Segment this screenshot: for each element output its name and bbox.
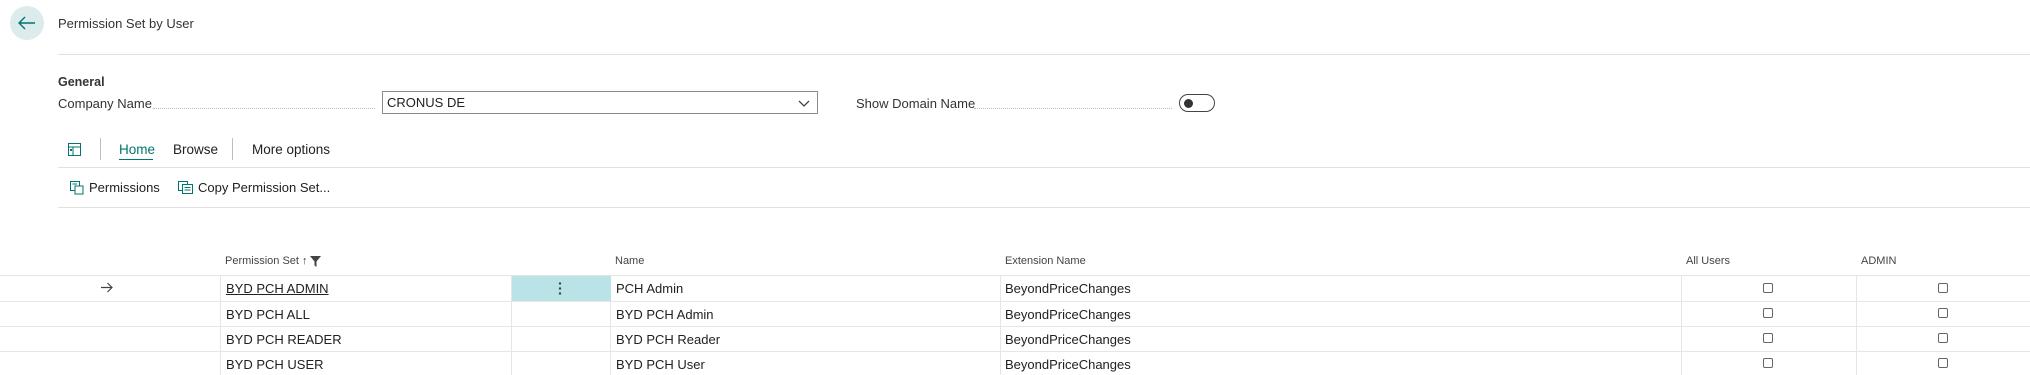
column-divider: [1000, 275, 1001, 375]
extension-name-cell: BeyondPriceChanges: [1005, 357, 1131, 372]
permission-set-cell[interactable]: BYD PCH ALL: [226, 307, 310, 322]
column-divider: [1856, 275, 1857, 375]
column-header-all-users[interactable]: All Users: [1686, 255, 1730, 267]
permissions-icon: [70, 180, 84, 194]
layout-icon[interactable]: [68, 143, 81, 156]
sort-indicator: ↑: [301, 255, 308, 267]
copy-icon: [178, 181, 193, 194]
permission-set-cell[interactable]: BYD PCH USER: [226, 357, 324, 372]
extension-name-cell: BeyondPriceChanges: [1005, 332, 1131, 347]
active-tab-indicator: [119, 159, 153, 160]
leader-dots: [153, 108, 375, 109]
copy-permission-set-label: Copy Permission Set...: [198, 180, 331, 195]
column-header-name[interactable]: Name: [615, 255, 644, 267]
column-divider: [1681, 275, 1682, 375]
group-title-general: General: [58, 75, 105, 89]
column-header-admin[interactable]: ADMIN: [1861, 255, 1896, 267]
row-arrow-icon: [101, 282, 113, 293]
company-name-select[interactable]: CRONUS DE: [382, 91, 818, 114]
tab-more-options[interactable]: More options: [252, 142, 330, 157]
permission-set-cell[interactable]: BYD PCH READER: [226, 332, 342, 347]
all-users-checkbox[interactable]: [1763, 308, 1773, 318]
row-divider: [0, 351, 2030, 352]
tab-home[interactable]: Home: [119, 142, 155, 157]
extension-name-cell: BeyondPriceChanges: [1005, 281, 1131, 296]
name-cell: PCH Admin: [616, 281, 684, 296]
name-cell: BYD PCH Reader: [616, 332, 721, 347]
all-users-checkbox[interactable]: [1763, 358, 1773, 368]
show-domain-name-label: Show Domain Name: [856, 96, 976, 111]
company-name-value: CRONUS DE: [387, 95, 466, 110]
tab-separator: [100, 138, 101, 160]
page-title: Permission Set by User: [58, 16, 194, 31]
extension-name-cell: BeyondPriceChanges: [1005, 307, 1131, 322]
row-divider: [0, 301, 2030, 302]
tabs-divider: [58, 167, 2030, 168]
copy-permission-set-action[interactable]: Copy Permission Set...: [178, 180, 330, 195]
column-divider: [220, 275, 221, 375]
permissions-action[interactable]: Permissions: [70, 180, 160, 195]
column-header-permission-set[interactable]: Permission Set ↑: [225, 255, 322, 267]
header-divider: [58, 54, 2030, 55]
permissions-label: Permissions: [89, 180, 160, 195]
back-arrow-icon: [18, 16, 35, 30]
admin-checkbox[interactable]: [1938, 308, 1948, 318]
leader-dots: [974, 108, 1172, 109]
actions-divider: [58, 207, 2030, 208]
tab-separator: [232, 138, 233, 160]
toggle-knob: [1184, 99, 1193, 108]
admin-checkbox[interactable]: [1938, 333, 1948, 343]
more-vertical-icon[interactable]: [558, 281, 562, 296]
column-header-extension-name[interactable]: Extension Name: [1005, 255, 1086, 267]
all-users-checkbox[interactable]: [1763, 283, 1773, 293]
filter-icon: [310, 255, 322, 267]
row-divider: [0, 275, 2030, 276]
admin-checkbox[interactable]: [1938, 358, 1948, 368]
column-header-label: Permission Set: [225, 255, 299, 267]
company-name-label: Company Name: [58, 96, 152, 111]
admin-checkbox[interactable]: [1938, 283, 1948, 293]
chevron-down-icon: [798, 100, 810, 107]
name-cell: BYD PCH User: [616, 357, 705, 372]
back-button[interactable]: [10, 6, 44, 40]
permission-set-link[interactable]: BYD PCH ADMIN: [226, 281, 329, 296]
all-users-checkbox[interactable]: [1763, 333, 1773, 343]
name-cell: BYD PCH Admin: [616, 307, 714, 322]
row-divider: [0, 326, 2030, 327]
tab-browse[interactable]: Browse: [173, 142, 218, 157]
show-domain-name-toggle[interactable]: [1179, 94, 1215, 112]
